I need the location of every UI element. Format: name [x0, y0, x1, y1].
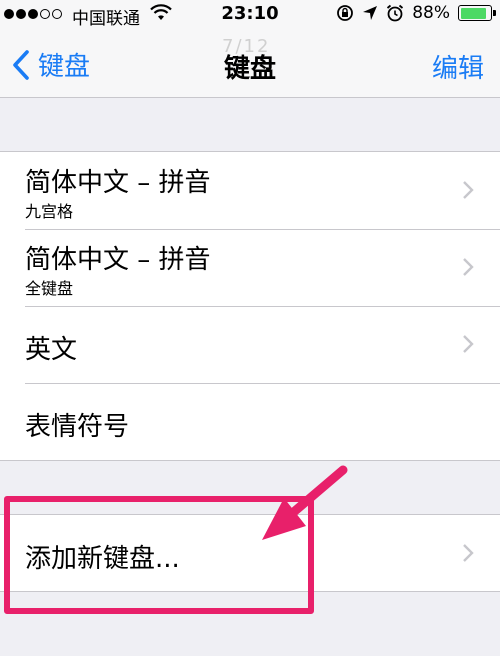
keyboard-item-title: 简体中文 – 拼音: [25, 245, 211, 275]
battery-icon: [458, 5, 496, 21]
page-title: 键盘: [223, 54, 276, 84]
edit-button[interactable]: 编辑: [432, 48, 484, 85]
chevron-right-icon: [463, 544, 474, 562]
keyboard-item-title: 简体中文 – 拼音: [25, 168, 211, 198]
keyboard-item-title: 表情符号: [25, 412, 130, 442]
annotation-highlight-box: [4, 496, 314, 614]
keyboard-item-title: 英文: [25, 335, 78, 365]
orientation-lock-icon: [337, 5, 354, 21]
battery-percent: 88%: [412, 3, 450, 23]
location-icon: [363, 6, 378, 20]
keyboard-item-english[interactable]: 英文: [0, 306, 500, 383]
keyboard-list: 简体中文 – 拼音 九宫格 简体中文 – 拼音 全键盘 英文 表情符号: [0, 151, 500, 461]
keyboard-item-emoji[interactable]: 表情符号: [0, 383, 500, 460]
keyboard-item-subtitle: 全键盘: [25, 279, 74, 298]
keyboard-item-subtitle: 九宫格: [25, 202, 74, 221]
chevron-right-icon: [463, 181, 474, 199]
keyboard-item-pinyin-9key[interactable]: 简体中文 – 拼音 九宫格: [0, 152, 500, 229]
navigation-bar: 键盘 7/12 键盘 编辑: [0, 30, 500, 98]
battery-fill: [460, 7, 487, 19]
chevron-right-icon: [463, 258, 474, 276]
keyboard-item-pinyin-full[interactable]: 简体中文 – 拼音 全键盘: [0, 229, 500, 306]
chevron-right-icon: [463, 335, 474, 353]
status-indicators: 88%: [336, 3, 496, 23]
status-bar: 中国联通 23:10 88%: [0, 0, 500, 30]
alarm-icon: [387, 4, 404, 22]
